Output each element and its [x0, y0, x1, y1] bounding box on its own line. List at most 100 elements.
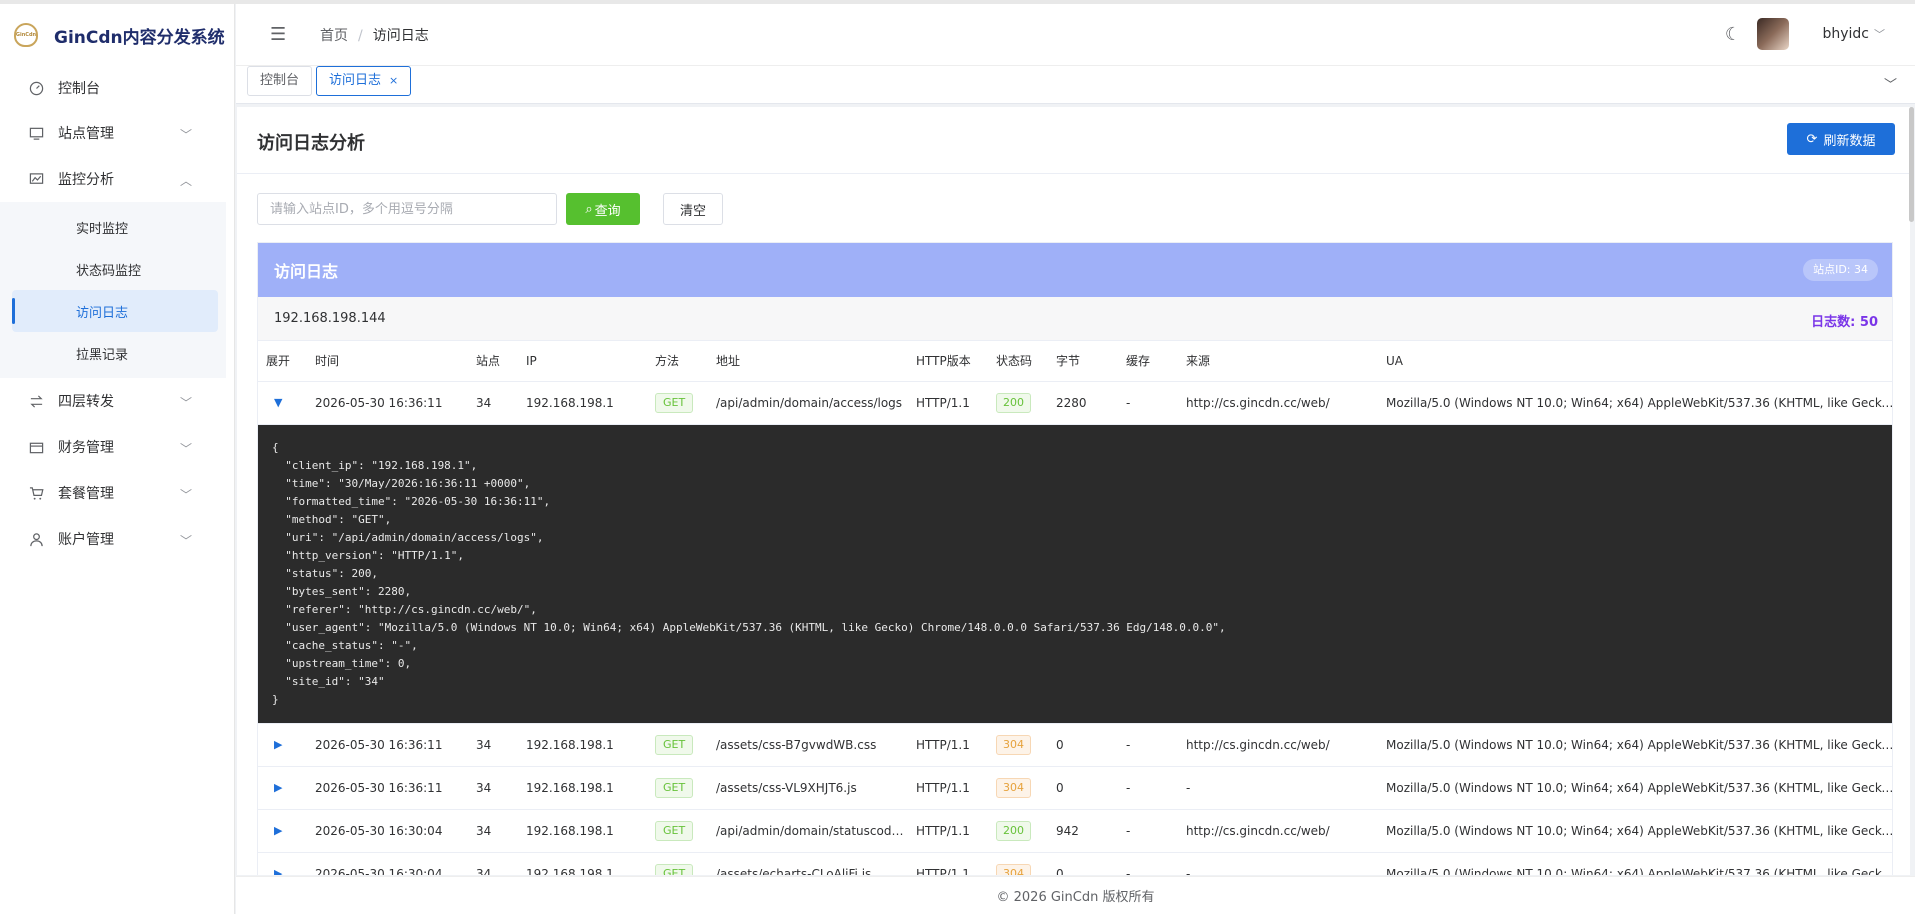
- cell-cache: -: [1118, 766, 1178, 810]
- status-tag: 304: [996, 863, 1031, 875]
- expand-right-icon[interactable]: ▶: [258, 723, 307, 767]
- cell-http: HTTP/1.1: [908, 723, 988, 767]
- method-tag: GET: [655, 820, 694, 841]
- cell-site: 34: [468, 766, 518, 810]
- sidebar-item-blacklist[interactable]: 拉黑记录: [12, 332, 218, 374]
- sidebar-item-label: 四层转发: [58, 394, 114, 410]
- expand-right-icon[interactable]: ▶: [258, 809, 307, 853]
- cell-status: 304: [988, 723, 1048, 767]
- tab-dashboard[interactable]: 控制台: [247, 66, 313, 96]
- status-tag: 200: [996, 392, 1031, 413]
- cell-http: HTTP/1.1: [908, 766, 988, 810]
- cell-bytes: 2280: [1048, 381, 1118, 425]
- sidebar-item-monitoring[interactable]: 监控分析 ︿: [0, 156, 234, 202]
- breadcrumb-current: 访问日志: [372, 27, 429, 44]
- sidebar-item-statuscode[interactable]: 状态码监控: [12, 248, 218, 290]
- avatar[interactable]: [1757, 18, 1789, 50]
- sidebar-item-access-log[interactable]: 访问日志: [12, 290, 218, 332]
- cell-bytes: 0: [1048, 852, 1118, 875]
- col-time: 时间: [307, 341, 468, 382]
- query-button[interactable]: ⌕ 查询: [566, 193, 640, 225]
- table-row[interactable]: ▶ 2026-05-30 16:30:04 34 192.168.198.1 G…: [258, 809, 1892, 853]
- menu-toggle-icon[interactable]: ☰: [270, 24, 288, 45]
- cell-bytes: 0: [1048, 723, 1118, 767]
- dark-mode-moon-icon[interactable]: ☾: [1725, 24, 1741, 45]
- cell-referer: http://cs.gincdn.cc/web/: [1178, 723, 1378, 767]
- status-tag: 304: [996, 777, 1031, 798]
- detail-row: { "client_ip": "192.168.198.1", "time": …: [258, 424, 1892, 724]
- method-tag: GET: [655, 734, 694, 755]
- cell-ua: Mozilla/5.0 (Windows NT 10.0; Win64; x64…: [1378, 809, 1892, 853]
- cell-method: GET: [647, 852, 708, 875]
- expand-right-icon[interactable]: ▶: [258, 766, 307, 810]
- site-id-badge: 站点ID: 34: [1803, 259, 1878, 281]
- cell-cache: -: [1118, 852, 1178, 875]
- chevron-down-icon: ﹀: [179, 442, 192, 456]
- page-scrollbar[interactable]: [1909, 107, 1914, 222]
- sidebar-item-label: 监控分析: [58, 172, 114, 188]
- cell-ip: 192.168.198.1: [518, 766, 647, 810]
- cell-ip: 192.168.198.1: [518, 809, 647, 853]
- cell-referer: -: [1178, 852, 1378, 875]
- header: ☰ 首页 / 访问日志 ☾ bhyidc ﹀: [236, 4, 1915, 66]
- cart-icon: [28, 485, 44, 501]
- sidebar-item-label: 账户管理: [58, 532, 114, 548]
- expand-down-icon[interactable]: ▼: [258, 381, 307, 425]
- cell-time: 2026-05-30 16:36:11: [307, 723, 468, 767]
- sidebar-item-finance[interactable]: 财务管理 ﹀: [0, 424, 234, 470]
- col-referer: 来源: [1178, 341, 1378, 382]
- cell-bytes: 0: [1048, 766, 1118, 810]
- method-tag: GET: [655, 777, 694, 798]
- cell-ip: 192.168.198.1: [518, 723, 647, 767]
- table-row[interactable]: ▶ 2026-05-30 16:36:11 34 192.168.198.1 G…: [258, 723, 1892, 767]
- sidebar-item-label: 财务管理: [58, 440, 114, 456]
- sidebar: GinCdn GinCdn内容分发系统 控制台 站点管理 ﹀ 监控分析 ︿ 实时…: [0, 4, 235, 914]
- table-header-row: 展开 时间 站点 IP 方法 地址 HTTP版本 状态码 字节 缓存 来源 UA: [258, 341, 1892, 382]
- cell-ip: 192.168.198.1: [518, 852, 647, 875]
- refresh-button[interactable]: ⟳ 刷新数据: [1787, 123, 1895, 155]
- cell-ua: Mozilla/5.0 (Windows NT 10.0; Win64; x64…: [1378, 381, 1892, 425]
- cell-http: HTTP/1.1: [908, 852, 988, 875]
- panel-title: 访问日志: [274, 262, 339, 281]
- dashboard-icon: [28, 80, 44, 96]
- sidebar-item-packages[interactable]: 套餐管理 ﹀: [0, 470, 234, 516]
- cell-http: HTTP/1.1: [908, 809, 988, 853]
- site-id-search-input[interactable]: [257, 193, 557, 225]
- breadcrumb-home[interactable]: 首页: [320, 28, 348, 44]
- cell-site: 34: [468, 852, 518, 875]
- cell-uri: /assets/css-VL9XHJT6.js: [708, 766, 908, 810]
- clear-label: 清空: [679, 203, 706, 219]
- clear-button[interactable]: 清空: [663, 193, 723, 225]
- cell-http: HTTP/1.1: [908, 381, 988, 425]
- cell-status: 304: [988, 852, 1048, 875]
- cell-method: GET: [647, 723, 708, 767]
- chevron-down-icon[interactable]: ﹀: [1884, 74, 1897, 93]
- cell-cache: -: [1118, 809, 1178, 853]
- status-tag: 200: [996, 820, 1031, 841]
- table-row[interactable]: ▼ 2026-05-30 16:36:11 34 192.168.198.1 G…: [258, 381, 1892, 425]
- tab-access-log[interactable]: 访问日志 ×: [316, 66, 412, 96]
- col-bytes: 字节: [1048, 341, 1118, 382]
- sidebar-item-dashboard[interactable]: 控制台: [0, 66, 234, 110]
- table-row[interactable]: ▶ 2026-05-30 16:36:11 34 192.168.198.1 G…: [258, 766, 1892, 810]
- expand-right-icon[interactable]: ▶: [258, 852, 307, 875]
- close-icon[interactable]: ×: [389, 74, 398, 87]
- table-row[interactable]: ▶ 2026-05-30 16:30:04 34 192.168.198.1 G…: [258, 852, 1892, 875]
- query-label: 查询: [594, 203, 621, 219]
- chevron-down-icon: ﹀: [179, 488, 192, 502]
- sidebar-item-sites[interactable]: 站点管理 ﹀: [0, 110, 234, 156]
- col-uri: 地址: [708, 341, 908, 382]
- cell-uri: /assets/echarts-CLoAliFi.js: [708, 852, 908, 875]
- logo[interactable]: GinCdn GinCdn内容分发系统: [0, 4, 234, 66]
- sidebar-item-account[interactable]: 账户管理 ﹀: [0, 516, 234, 562]
- refresh-icon: ⟳: [1806, 131, 1818, 147]
- cell-uri: /api/admin/domain/statuscode/...: [708, 809, 908, 853]
- cell-method: GET: [647, 809, 708, 853]
- chevron-down-icon[interactable]: ﹀: [1874, 26, 1885, 42]
- sidebar-item-realtime[interactable]: 实时监控: [12, 206, 218, 248]
- sidebar-item-l4-forward[interactable]: 四层转发 ﹀: [0, 378, 234, 424]
- username[interactable]: bhyidc: [1822, 26, 1869, 42]
- tab-label: 访问日志: [329, 73, 382, 88]
- cell-ua: Mozilla/5.0 (Windows NT 10.0; Win64; x64…: [1378, 766, 1892, 810]
- log-table: 展开 时间 站点 IP 方法 地址 HTTP版本 状态码 字节 缓存 来源 UA: [258, 341, 1892, 875]
